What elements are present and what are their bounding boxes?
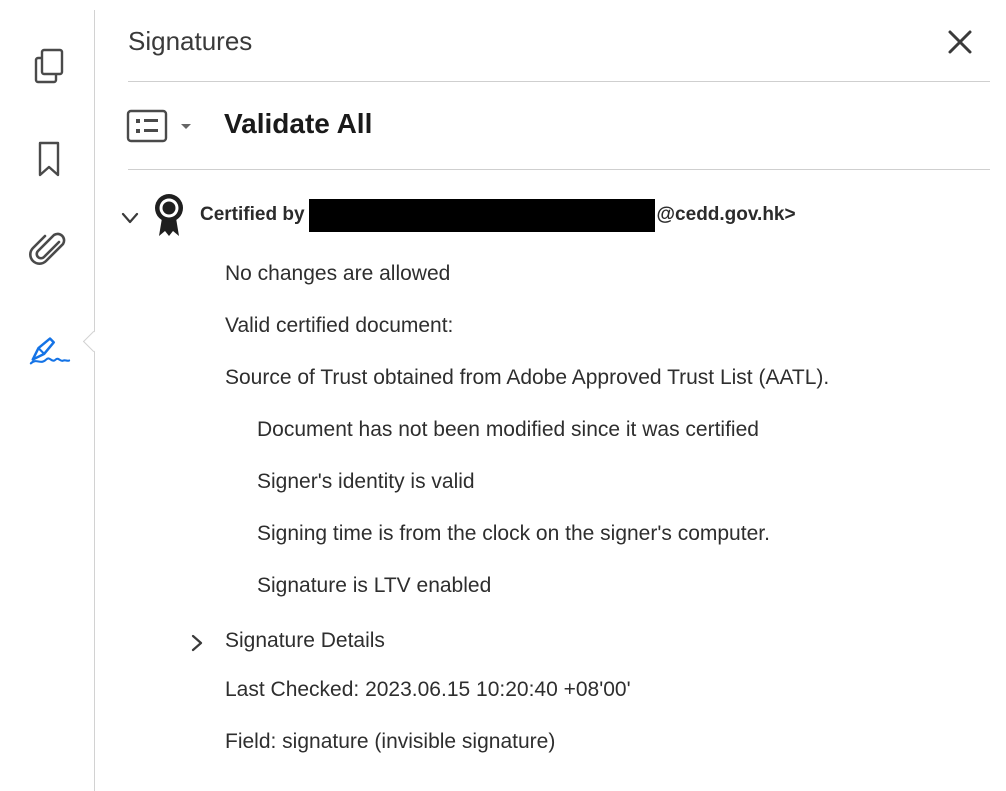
detail-not-modified: Document has not been modified since it … <box>257 418 759 441</box>
detail-source-of-trust: Source of Trust obtained from Adobe Appr… <box>225 366 830 389</box>
last-checked: Last Checked: 2023.06.15 10:20:40 +08'00… <box>225 678 631 701</box>
detail-no-changes: No changes are allowed <box>225 262 451 285</box>
panel-title: Signatures <box>128 26 253 56</box>
signature-pen-icon[interactable] <box>27 328 71 372</box>
attachment-icon[interactable] <box>27 228 71 272</box>
detail-ltv-enabled: Signature is LTV enabled <box>257 574 492 597</box>
chevron-down-icon[interactable] <box>116 204 144 232</box>
certified-by-suffix: @cedd.gov.hk> <box>656 204 796 225</box>
detail-signing-time: Signing time is from the clock on the si… <box>257 522 770 545</box>
certified-by-prefix: Certified by <box>200 204 305 225</box>
signature-options-dropdown[interactable] <box>126 106 200 146</box>
detail-identity-valid: Signer's identity is valid <box>257 470 475 493</box>
close-icon <box>948 30 972 54</box>
chevron-right-icon[interactable] <box>184 630 210 656</box>
signatures-panel: Signatures Validate All Certified by @ce… <box>96 0 1006 791</box>
bookmark-icon[interactable] <box>27 137 71 181</box>
close-button[interactable] <box>942 24 978 60</box>
redacted-signer-name <box>308 198 655 232</box>
caret-down-icon <box>181 124 191 129</box>
certified-by-label: Certified by @cedd.gov.hk> <box>200 198 796 232</box>
detail-valid-certified: Valid certified document: <box>225 314 454 337</box>
left-navigation-rail <box>0 0 94 791</box>
field-info: Field: signature (invisible signature) <box>225 730 556 753</box>
signature-details-label: Signature Details <box>225 629 385 652</box>
list-options-icon <box>126 109 168 143</box>
toolbar-divider <box>128 169 990 170</box>
pages-icon[interactable] <box>27 44 71 88</box>
signatures-app: Signatures Validate All Certified by @ce… <box>0 0 1006 791</box>
certificate-row[interactable]: Certified by @cedd.gov.hk> <box>116 191 976 239</box>
validate-all-button[interactable]: Validate All <box>224 108 372 140</box>
signature-details-toggle[interactable]: Signature Details <box>184 626 385 656</box>
header-divider <box>128 81 990 82</box>
rail-divider <box>94 10 95 791</box>
certified-badge-icon <box>152 192 186 238</box>
